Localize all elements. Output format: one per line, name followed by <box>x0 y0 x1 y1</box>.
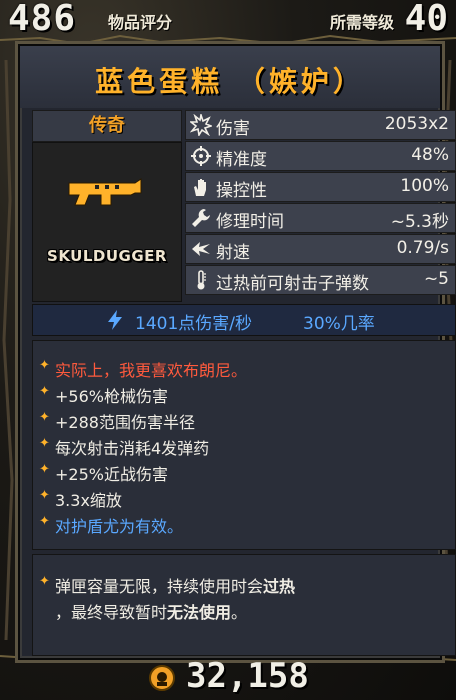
weapon-note: ✦ 弹匣容量无限，持续使用时会过热 ，最终导致暂时无法使用。 <box>32 554 456 656</box>
rocket-launcher-icon <box>68 178 142 206</box>
item-card-effects: ✦ 实际上，我更喜欢布朗尼。 ✦ +56%枪械伤害 ✦ +288范围伤害半径 ✦ 每次射… <box>32 340 456 550</box>
bullet-star-icon: ✦ <box>39 436 50 451</box>
weapon-image-box: SKULDUGGER <box>32 142 182 302</box>
stat-label: 过热前可射击子弹数 <box>216 274 369 294</box>
effect-line: ✦ 3.3x缩放 <box>39 487 122 511</box>
note-text: 。 <box>231 603 248 622</box>
money-coin-icon <box>149 665 175 691</box>
note-text: ，最终导致暂时 <box>55 603 168 622</box>
item-score-value: 486 <box>8 0 77 39</box>
item-rarity: 传奇 <box>89 115 125 136</box>
effect-line: ✦ 每次射击消耗4发弹药 <box>39 435 210 459</box>
note-bold-text: 无法使用 <box>167 603 232 622</box>
fire-rate-icon <box>192 242 210 256</box>
effect-text: 每次射击消耗4发弹药 <box>55 439 210 458</box>
item-panel: 蓝色蛋糕 （嫉妒） 传奇 SKULDUGGER 伤害 2053x2 精准度 48… <box>18 44 456 660</box>
note-text: 弹匣容量无限，持续使用时会 <box>55 577 264 596</box>
effect-text: +56%枪械伤害 <box>55 387 168 406</box>
required-level-value: 40 <box>404 0 448 39</box>
bullet-star-icon: ✦ <box>39 574 50 589</box>
crosshair-accuracy-icon <box>191 146 211 166</box>
effect-text: +288范围伤害半径 <box>55 413 195 432</box>
required-level-label: 所需等级 <box>329 13 394 32</box>
stat-label: 精准度 <box>216 150 267 170</box>
item-price: 32,158 <box>186 656 309 696</box>
effect-line: ✦ 对护盾尤为有效。 <box>39 513 184 537</box>
flavor-text: 实际上，我更喜欢布朗尼。 <box>55 361 248 380</box>
lightning-icon <box>108 310 122 330</box>
stat-value: 0.79/s <box>396 238 449 258</box>
stat-value: 48% <box>411 145 449 165</box>
dps-bar: 1401点伤害/秒 30%几率 <box>32 304 456 336</box>
top-bar: 486 物品评分 所需等级 40 <box>0 0 456 40</box>
stat-label: 射速 <box>216 243 250 263</box>
effect-line: ✦ +288范围伤害半径 <box>39 409 195 433</box>
title-bar: 蓝色蛋糕 （嫉妒） <box>20 46 440 108</box>
bullet-star-icon: ✦ <box>39 384 50 399</box>
note-bold-text: 过热 <box>263 577 296 596</box>
stat-value: 2053x2 <box>384 114 449 134</box>
bullet-star-icon: ✦ <box>39 410 50 425</box>
bullet-star-icon: ✦ <box>39 488 50 503</box>
effect-line: ✦ +25%近战伤害 <box>39 461 168 485</box>
stat-label: 伤害 <box>216 119 250 139</box>
stat-damage: 伤害 2053x2 <box>185 110 456 140</box>
stat-label: 修理时间 <box>216 212 284 232</box>
manufacturer-logo: SKULDUGGER <box>47 247 167 265</box>
wrench-reload-icon <box>192 209 210 227</box>
thermometer-heat-icon <box>197 270 206 290</box>
stat-value: ~5.3秒 <box>390 212 449 232</box>
note-line-1: ✦ 弹匣容量无限，持续使用时会过热 <box>39 573 296 597</box>
stat-accuracy: 精准度 48% <box>185 141 456 171</box>
bullet-star-icon: ✦ <box>39 462 50 477</box>
flavor-text-line: ✦ 实际上，我更喜欢布朗尼。 <box>39 357 248 381</box>
rarity-box: 传奇 <box>32 110 182 142</box>
effect-text: 3.3x缩放 <box>55 491 122 510</box>
bullet-star-icon: ✦ <box>39 514 50 529</box>
bullet-star-icon: ✦ <box>39 358 50 373</box>
burst-damage-icon <box>190 114 212 136</box>
price-row: 32,158 <box>0 656 456 700</box>
stat-reload-time: 修理时间 ~5.3秒 <box>185 203 456 233</box>
dps-value: 1401点伤害/秒 <box>135 314 252 334</box>
effect-text: 对护盾尤为有效。 <box>55 517 184 536</box>
item-name: 蓝色蛋糕 （嫉妒） <box>95 65 365 98</box>
note-line-2: ，最终导致暂时无法使用。 <box>55 599 247 623</box>
stat-label: 操控性 <box>216 181 267 201</box>
item-score-label: 物品评分 <box>108 13 173 32</box>
effect-line: ✦ +56%枪械伤害 <box>39 383 168 407</box>
stat-handling: 操控性 100% <box>185 172 456 202</box>
hand-handling-icon <box>194 179 206 196</box>
stat-fire-rate: 射速 0.79/s <box>185 234 456 264</box>
stat-value: 100% <box>400 176 449 196</box>
stat-heat-shots: 过热前可射击子弹数 ~5 <box>185 265 456 295</box>
stat-value: ~5 <box>423 269 449 289</box>
crit-chance: 30%几率 <box>303 314 375 334</box>
effect-text: +25%近战伤害 <box>55 465 168 484</box>
